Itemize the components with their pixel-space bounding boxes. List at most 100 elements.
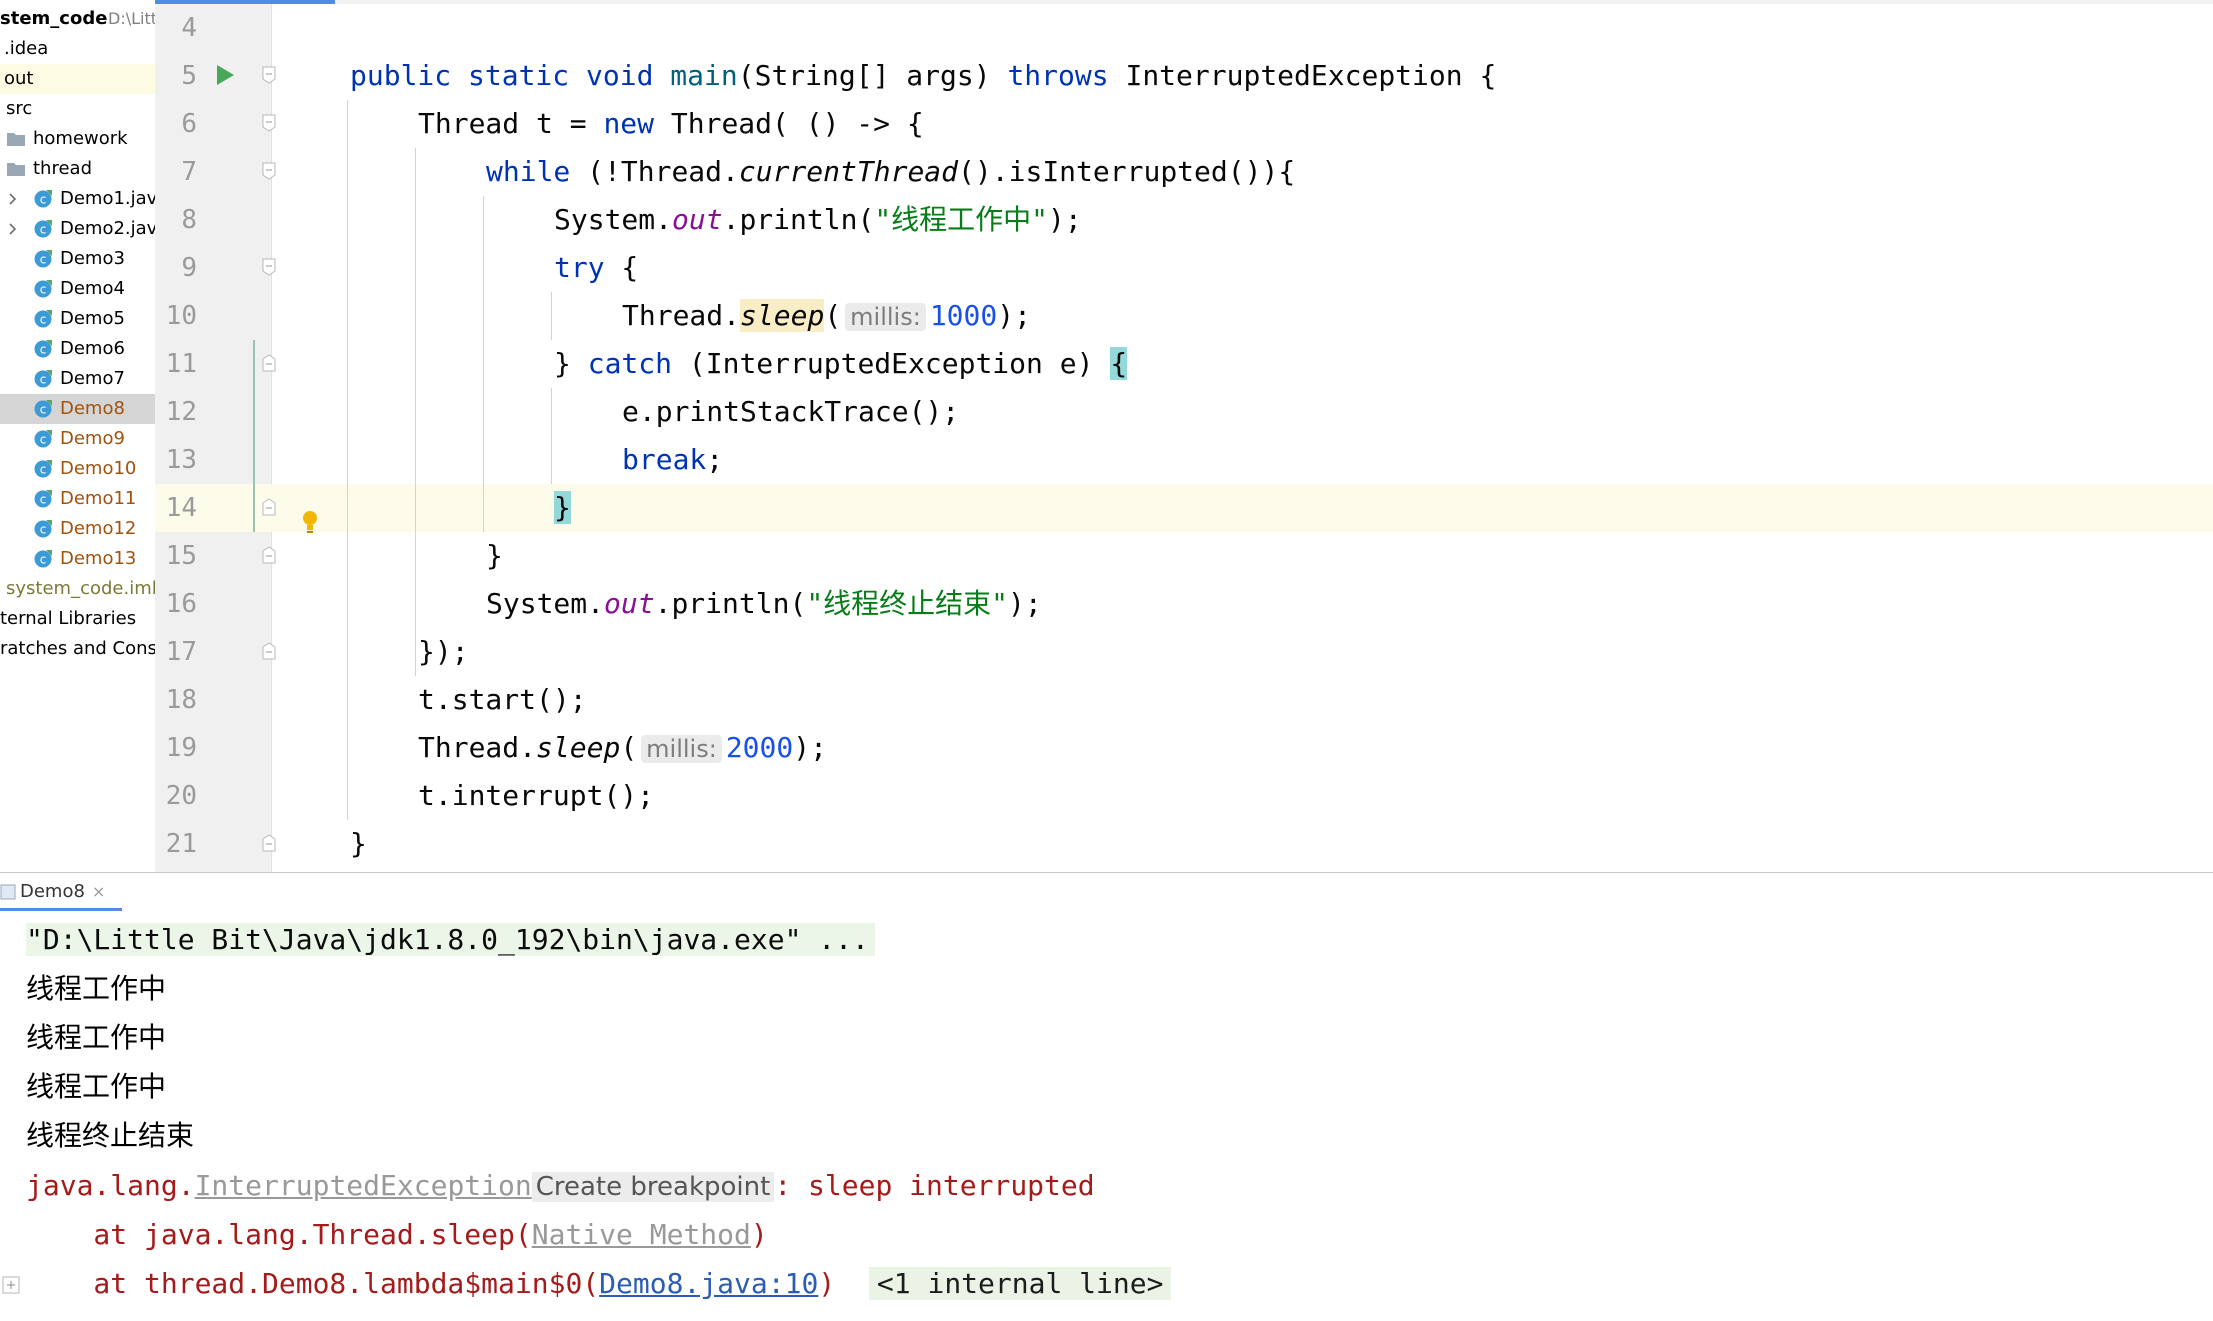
code-line-18[interactable]: t.start(); <box>418 676 587 724</box>
close-icon[interactable]: × <box>92 873 105 911</box>
tree-item-label: Demo2.java <box>60 218 155 239</box>
chevron-right-icon[interactable] <box>6 184 20 214</box>
stack-frame-line[interactable]: at java.lang.Thread.sleep(Native Method) <box>26 1211 768 1259</box>
tree-item-demo8[interactable]: c Demo8 <box>0 394 155 424</box>
create-breakpoint-link[interactable]: Create breakpoint <box>531 1172 775 1202</box>
code-line-21[interactable]: } <box>350 820 367 868</box>
console-exception-line[interactable]: java.lang.InterruptedException Create bre… <box>26 1162 1095 1210</box>
folder-icon <box>7 133 25 146</box>
folder-icon <box>7 163 25 176</box>
code-line-9[interactable]: try { <box>554 244 638 292</box>
native-method-link[interactable]: Native Method <box>532 1218 751 1251</box>
fold-open-icon[interactable] <box>262 114 276 132</box>
console-text: ) <box>818 1267 836 1300</box>
console-command[interactable]: "D:\Little Bit\Java\jdk1.8.0_192\bin\jav… <box>26 923 875 956</box>
indent-guide <box>347 100 348 820</box>
expand-plus-icon[interactable] <box>2 1276 20 1294</box>
fold-close-icon[interactable] <box>262 354 276 372</box>
code-line-13[interactable]: break; <box>622 436 723 484</box>
svg-text:c: c <box>40 253 47 267</box>
code-token: currentThread <box>738 155 959 188</box>
console-command-line[interactable]: "D:\Little Bit\Java\jdk1.8.0_192\bin\jav… <box>26 916 875 964</box>
run-tab-demo8[interactable]: Demo8 × <box>0 873 122 911</box>
tree-item-label: thread <box>33 158 93 179</box>
code-line-15[interactable]: } <box>486 532 503 580</box>
svg-text:c: c <box>40 193 47 207</box>
tree-item-homework[interactable]: homework <box>0 124 155 154</box>
code-token: } <box>486 539 503 572</box>
tree-item-iml[interactable]: system_code.iml <box>0 574 155 604</box>
tree-item-idea[interactable]: .idea <box>0 34 155 64</box>
code-token: sleep <box>536 731 621 764</box>
line-number: 21 <box>165 829 197 859</box>
code-token: (InterruptedException e) <box>672 347 1111 380</box>
java-class-icon: c <box>34 340 52 358</box>
line-number: 6 <box>181 109 197 139</box>
tree-item-external-libraries[interactable]: ternal Libraries <box>0 604 155 634</box>
code-line-20[interactable]: t.interrupt(); <box>418 772 654 820</box>
fold-open-icon[interactable] <box>262 66 276 84</box>
code-token: while <box>486 155 571 188</box>
indent-guide <box>483 196 484 532</box>
fold-close-icon[interactable] <box>262 498 276 516</box>
line-number: 15 <box>165 541 197 571</box>
tree-item-demo12[interactable]: c Demo12 <box>0 514 155 544</box>
fold-close-icon[interactable] <box>262 834 276 852</box>
code-line-6[interactable]: Thread t = new Thread( () -> { <box>418 100 924 148</box>
vcs-change-marker[interactable] <box>253 340 255 532</box>
fold-open-icon[interactable] <box>262 162 276 180</box>
code-line-12[interactable]: e.printStackTrace(); <box>622 388 959 436</box>
code-line-7[interactable]: while (!Thread.currentThread().isInterru… <box>486 148 1295 196</box>
fold-close-icon[interactable] <box>262 642 276 660</box>
tree-item-demo2[interactable]: c Demo2.java <box>0 214 155 244</box>
tree-item-demo9[interactable]: c Demo9 <box>0 424 155 454</box>
code-line-17[interactable]: }); <box>418 628 469 676</box>
parameter-hint: millis: <box>845 303 926 331</box>
run-tab-label: Demo8 <box>20 881 85 902</box>
internal-lines-fold[interactable]: <1 internal line> <box>868 1267 1172 1300</box>
exception-class-link[interactable]: InterruptedException <box>195 1169 532 1202</box>
matched-brace: { <box>1110 347 1128 380</box>
tree-item-demo13[interactable]: c Demo13 <box>0 544 155 574</box>
java-class-icon: c <box>34 280 52 298</box>
tree-item-demo5[interactable]: c Demo5 <box>0 304 155 334</box>
java-class-icon: c <box>34 520 52 538</box>
code-line-5[interactable]: public static void main(String[] args) t… <box>350 52 1496 100</box>
fold-open-icon[interactable] <box>262 258 276 276</box>
tree-item-thread[interactable]: thread <box>0 154 155 184</box>
tree-item-label: Demo1.java <box>60 188 155 209</box>
tree-item-out[interactable]: out <box>0 64 155 94</box>
tree-item-scratches[interactable]: ratches and Conso <box>0 634 155 664</box>
tree-item-demo1[interactable]: c Demo1.java <box>0 184 155 214</box>
line-number: 11 <box>165 349 197 379</box>
tree-root-name: stem_code <box>0 8 108 29</box>
tree-item-demo10[interactable]: c Demo10 <box>0 454 155 484</box>
fold-close-icon[interactable] <box>262 546 276 564</box>
code-line-14[interactable]: } <box>554 484 571 532</box>
code-token: .println( <box>654 587 807 620</box>
tree-item-src[interactable]: src <box>0 94 155 124</box>
console-text: ) <box>750 1218 768 1251</box>
tree-item-demo4[interactable]: c Demo4 <box>0 274 155 304</box>
code-line-8[interactable]: System.out.println("线程工作中"); <box>554 196 1082 244</box>
code-line-10[interactable]: Thread.sleep(millis: 1000); <box>622 292 1031 340</box>
tree-item-demo3[interactable]: c Demo3 <box>0 244 155 274</box>
tree-item-demo11[interactable]: c Demo11 <box>0 484 155 514</box>
java-class-icon: c <box>34 310 52 328</box>
intention-bulb-icon[interactable] <box>301 510 319 534</box>
code-line-16[interactable]: System.out.println("线程终止结束"); <box>486 580 1042 628</box>
run-gutter-icon[interactable] <box>215 64 235 86</box>
source-file-link[interactable]: Demo8.java:10 <box>599 1267 818 1300</box>
stack-frame-line[interactable]: at thread.Demo8.lambda$main$0(Demo8.java… <box>26 1260 1172 1308</box>
chevron-right-icon[interactable] <box>6 214 20 244</box>
svg-text:c: c <box>40 523 47 537</box>
code-line-11[interactable]: } catch (InterruptedException e) { <box>554 340 1128 388</box>
code-token: break <box>622 443 707 476</box>
code-token: }); <box>418 635 469 668</box>
code-line-19[interactable]: Thread.sleep(millis: 2000); <box>418 724 827 772</box>
tree-root[interactable]: stem_code D:\Litt <box>0 4 155 34</box>
tree-item-demo7[interactable]: c Demo7 <box>0 364 155 394</box>
tree-item-demo6[interactable]: c Demo6 <box>0 334 155 364</box>
tree-item-label: Demo8 <box>60 398 125 419</box>
code-token: main <box>670 59 738 92</box>
